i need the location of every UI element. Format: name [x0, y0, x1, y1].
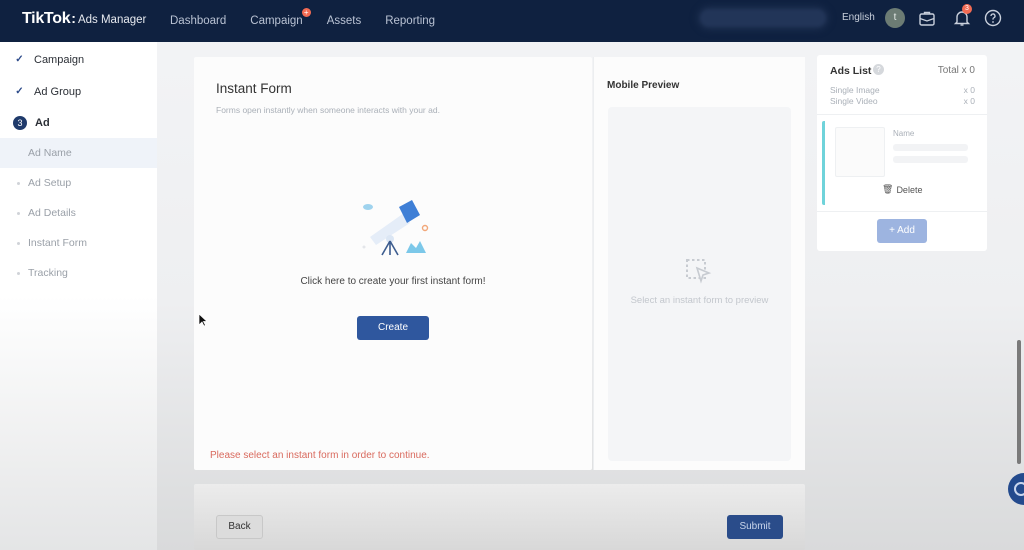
back-button[interactable]: Back [216, 515, 263, 539]
section-description: Forms open instantly when someone intera… [216, 105, 440, 115]
account-selector-blurred[interactable] [700, 9, 826, 27]
briefcase-icon[interactable] [917, 8, 937, 28]
ads-list-panel: Ads List ? Total x 0 Single Image x 0 Si… [817, 55, 987, 251]
bullet-icon [17, 241, 20, 245]
campaign-new-badge: + [301, 8, 311, 17]
placeholder-line [893, 156, 968, 163]
preview-title: Mobile Preview [607, 80, 680, 91]
ads-total-count: Total x 0 [937, 65, 975, 76]
check-icon: ✓ [15, 54, 24, 65]
create-prompt-text[interactable]: Click here to create your first instant … [194, 276, 592, 287]
submit-button[interactable]: Submit [727, 515, 783, 539]
nav-assets[interactable]: Assets [327, 15, 362, 27]
divider [817, 211, 987, 212]
product-name: Ads Manager [77, 14, 147, 26]
preview-empty-text: Select an instant form to preview [630, 295, 769, 306]
notification-badge: 3 [962, 4, 972, 14]
logo-separator: : [71, 10, 76, 26]
chat-support-icon [1014, 482, 1024, 496]
nav-campaign[interactable]: Campaign + [250, 8, 311, 27]
nav-campaign-label: Campaign [250, 15, 303, 27]
ad-list-item[interactable]: Name 🗑 Delete [822, 121, 975, 205]
divider [817, 114, 987, 115]
telescope-illustration-icon [354, 195, 434, 259]
user-avatar[interactable]: t [885, 8, 905, 28]
substep-instant-form[interactable]: Instant Form [0, 228, 157, 258]
placeholder-line [893, 144, 968, 151]
substep-tracking[interactable]: Tracking [0, 258, 157, 288]
language-selector[interactable]: English [842, 12, 875, 23]
ads-list-title: Ads List [830, 65, 872, 77]
page-scrollbar[interactable] [1017, 340, 1021, 464]
check-icon: ✓ [15, 86, 24, 97]
step-ad[interactable]: 3 Ad [13, 116, 50, 130]
bullet-icon [17, 152, 20, 155]
substep-label: Ad Name [28, 147, 72, 159]
select-pointer-icon [684, 257, 712, 285]
bullet-icon [17, 271, 20, 275]
substep-ad-details[interactable]: Ad Details [0, 198, 157, 228]
step-campaign[interactable]: ✓ Campaign [13, 53, 84, 66]
bell-icon[interactable]: 3 [952, 4, 972, 28]
ad-name-label: Name [893, 129, 915, 138]
ads-count-row: Single Video x 0 [830, 96, 975, 106]
help-chat-button[interactable] [1008, 473, 1024, 505]
add-ad-button[interactable]: + Add [877, 219, 927, 243]
step-label: Campaign [34, 53, 85, 66]
delete-label: Delete [896, 184, 923, 195]
preview-frame: Select an instant form to preview [608, 107, 791, 461]
help-circle-icon[interactable] [983, 8, 1003, 28]
ad-type-label: Single Video [830, 96, 878, 106]
footer-actions: Back Submit [194, 484, 805, 550]
ad-type-count: x 0 [963, 85, 975, 95]
ad-thumbnail-placeholder [835, 127, 885, 177]
substep-label: Ad Setup [28, 177, 72, 189]
substep-ad-name[interactable]: Ad Name [0, 138, 157, 168]
delete-ad-button[interactable]: 🗑 Delete [882, 184, 922, 195]
step-ad-group[interactable]: ✓ Ad Group [13, 85, 81, 98]
substep-ad-setup[interactable]: Ad Setup [0, 168, 157, 198]
step-label: Ad [35, 117, 50, 129]
bullet-icon [17, 181, 20, 185]
ads-count-row: Single Image x 0 [830, 85, 975, 95]
brand-name: TikTok [22, 10, 71, 27]
section-title: Instant Form [216, 81, 292, 96]
substep-label: Instant Form [28, 237, 87, 249]
substep-label: Ad Details [28, 207, 76, 219]
ad-type-label: Single Image [830, 85, 880, 95]
validation-error-message: Please select an instant form in order t… [210, 450, 430, 461]
substep-label: Tracking [28, 267, 68, 279]
top-navigation-bar: TikTok : Ads Manager Dashboard Campaign … [0, 0, 1024, 42]
step-label: Ad Group [34, 85, 82, 98]
bullet-icon [17, 211, 20, 215]
instant-form-card: Instant Form Forms open instantly when s… [194, 57, 592, 470]
nav-dashboard[interactable]: Dashboard [170, 15, 226, 27]
ad-type-count: x 0 [963, 96, 975, 106]
nav-reporting[interactable]: Reporting [385, 15, 435, 27]
mouse-cursor-icon [198, 313, 208, 327]
question-icon[interactable]: ? [873, 64, 884, 75]
step-number-badge: 3 [13, 116, 27, 130]
tiktok-ads-manager-logo[interactable]: TikTok : Ads Manager [22, 10, 146, 28]
main-nav: Dashboard Campaign + Assets Reporting [170, 0, 459, 42]
mobile-preview-panel: Mobile Preview Select an instant form to… [593, 57, 805, 470]
creation-steps-sidebar: ✓ Campaign ✓ Ad Group 3 Ad Ad Name Ad Se… [0, 42, 157, 550]
create-instant-form-button[interactable]: Create [357, 316, 429, 340]
trash-icon: 🗑 [882, 184, 894, 194]
